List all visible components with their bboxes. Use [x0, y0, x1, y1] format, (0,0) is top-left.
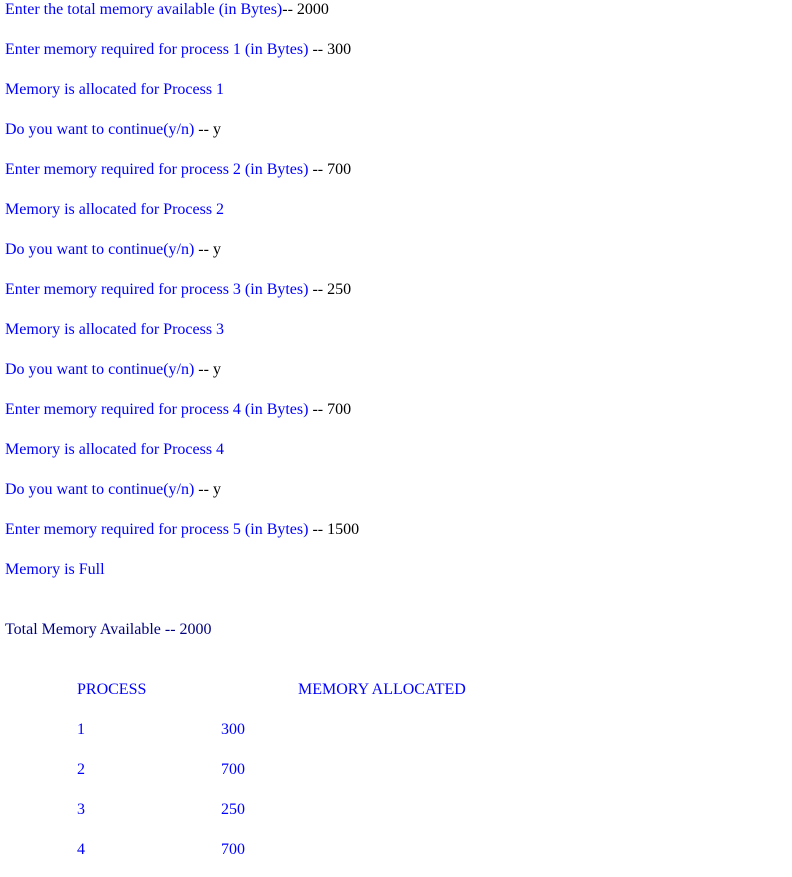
console-line-8: Enter memory required for process 3 (in …: [5, 280, 351, 300]
console-line-11: Enter memory required for process 4 (in …: [5, 400, 351, 420]
status-text: Memory is allocated for Process 4: [5, 441, 225, 458]
prompt-text: Enter memory required for process 2 (in …: [5, 161, 313, 178]
prompt-text: Do you want to continue(y/n): [5, 361, 199, 378]
status-text: Memory is allocated for Process 2: [5, 201, 225, 218]
separator: --: [312, 521, 324, 538]
table-cell-process: 4: [77, 841, 85, 858]
table-cell-memory: 250: [221, 801, 245, 818]
table-cell-process: 2: [77, 761, 85, 778]
separator: --: [198, 361, 209, 378]
table-cell-memory: 300: [221, 721, 245, 738]
prompt-text: Enter memory required for process 5 (in …: [5, 521, 313, 538]
status-text: Memory is Full: [5, 561, 105, 578]
prompt-text: Enter memory required for process 1 (in …: [5, 41, 313, 58]
separator: --: [282, 1, 293, 18]
console-line-10: Do you want to continue(y/n) -- y: [5, 360, 221, 380]
separator: --: [312, 41, 324, 58]
console-line-2: Enter memory required for process 1 (in …: [5, 40, 351, 60]
separator: --: [198, 241, 209, 258]
total-memory-summary: Total Memory Available -- 2000: [5, 621, 212, 638]
input-value: y: [208, 481, 221, 498]
console-line-14: Enter memory required for process 5 (in …: [5, 520, 359, 540]
console-line-12: Memory is allocated for Process 4: [5, 440, 224, 460]
input-value: 250: [323, 281, 352, 298]
prompt-text: Do you want to continue(y/n): [5, 121, 199, 138]
console-line-3: Memory is allocated for Process 1: [5, 80, 224, 100]
input-value: 700: [323, 161, 352, 178]
input-value: 300: [323, 41, 352, 58]
separator: --: [312, 161, 324, 178]
table-cell-memory: 700: [221, 761, 245, 778]
input-value: 2000: [292, 1, 329, 18]
table-cell-memory: 700: [221, 841, 245, 858]
console-line-15: Memory is Full: [5, 560, 105, 580]
input-value: y: [208, 361, 221, 378]
separator: --: [198, 121, 209, 138]
prompt-text: Do you want to continue(y/n): [5, 481, 199, 498]
console-line-6: Memory is allocated for Process 2: [5, 200, 224, 220]
separator: --: [198, 481, 209, 498]
status-text: Memory is allocated for Process 3: [5, 321, 225, 338]
console-line-13: Do you want to continue(y/n) -- y: [5, 480, 221, 500]
header-process: PROCESS: [77, 681, 147, 698]
prompt-text: Enter memory required for process 3 (in …: [5, 281, 313, 298]
prompt-text: Enter the total memory available (in Byt…: [5, 1, 283, 18]
console-line-7: Do you want to continue(y/n) -- y: [5, 240, 221, 260]
console-line-4: Do you want to continue(y/n) -- y: [5, 120, 221, 140]
prompt-text: Enter memory required for process 4 (in …: [5, 401, 313, 418]
input-value: y: [208, 121, 221, 138]
separator: --: [312, 281, 324, 298]
console-line-5: Enter memory required for process 2 (in …: [5, 160, 351, 180]
console-line-1: Enter the total memory available (in Byt…: [5, 0, 329, 20]
status-text: Memory is allocated for Process 1: [5, 81, 225, 98]
header-memory-allocated: MEMORY ALLOCATED: [298, 681, 466, 698]
input-value: 1500: [323, 521, 360, 538]
separator: --: [312, 401, 324, 418]
input-value: y: [208, 241, 221, 258]
console-line-9: Memory is allocated for Process 3: [5, 320, 224, 340]
table-cell-process: 1: [77, 721, 85, 738]
input-value: 700: [323, 401, 352, 418]
table-cell-process: 3: [77, 801, 85, 818]
prompt-text: Do you want to continue(y/n): [5, 241, 199, 258]
